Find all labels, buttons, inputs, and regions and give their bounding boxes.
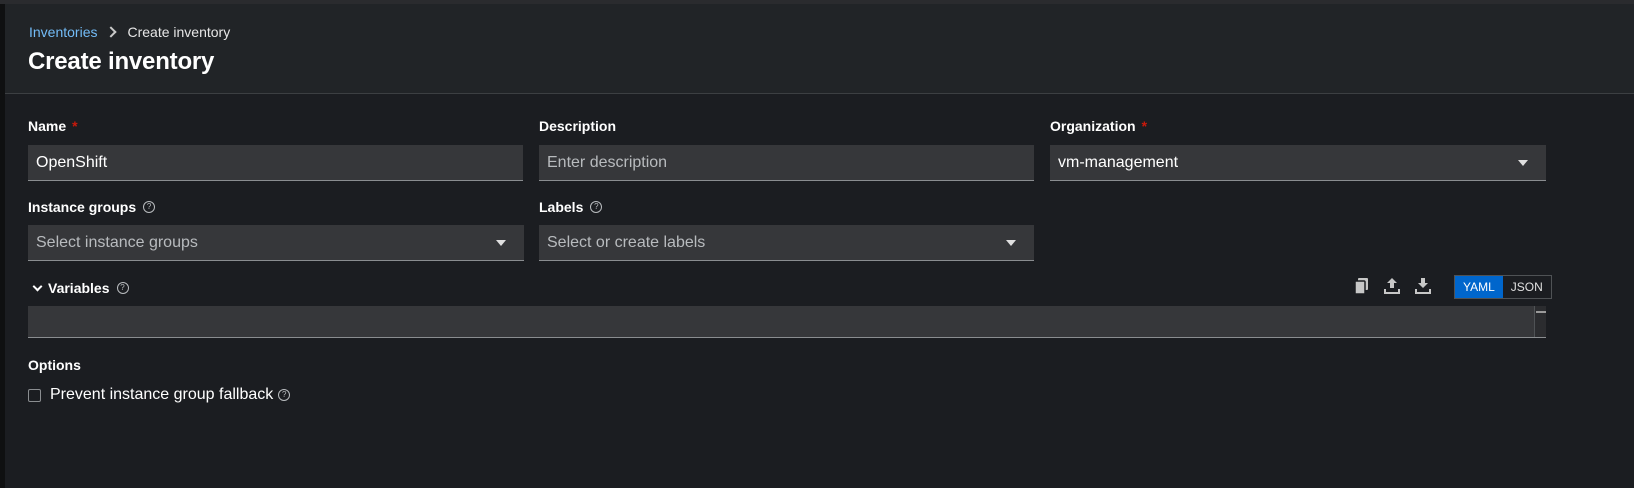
json-toggle-button[interactable]: JSON xyxy=(1502,276,1551,298)
help-icon[interactable]: ? xyxy=(116,282,129,294)
required-indicator: * xyxy=(72,118,78,134)
download-icon[interactable] xyxy=(1415,277,1431,295)
caret-down-icon[interactable] xyxy=(1006,240,1016,246)
editor-scrollbar[interactable] xyxy=(1534,306,1546,337)
copy-icon[interactable] xyxy=(1354,277,1370,295)
organization-label: Organization * xyxy=(1050,118,1147,134)
description-label-text: Description xyxy=(539,118,617,134)
labels-select[interactable]: Select or create labels xyxy=(539,225,1034,261)
prevent-fallback-checkbox[interactable] xyxy=(28,388,41,402)
chevron-down-icon xyxy=(32,281,43,291)
instance-groups-label-text: Instance groups xyxy=(28,199,137,215)
description-label: Description xyxy=(539,118,616,134)
variables-code-editor[interactable] xyxy=(28,306,1546,338)
labels-label-text: Labels xyxy=(539,199,584,215)
variables-toggle[interactable]: Variables ? xyxy=(31,280,129,296)
help-icon[interactable]: ? xyxy=(143,201,156,213)
prevent-fallback-label[interactable]: Prevent instance group fallback xyxy=(50,386,273,404)
required-indicator: * xyxy=(1141,118,1148,134)
breadcrumb-inventories-link[interactable]: Inventories xyxy=(29,24,97,40)
breadcrumb: Inventories Create inventory xyxy=(29,24,230,40)
create-inventory-form: Name * Description Organization * OpenSh… xyxy=(5,94,1634,488)
prevent-fallback-option: Prevent instance group fallback ? xyxy=(28,386,291,404)
help-icon[interactable]: ? xyxy=(590,201,603,213)
organization-select-value: vm-management xyxy=(1058,153,1179,171)
description-placeholder: Enter description xyxy=(547,153,668,171)
labels-label: Labels ? xyxy=(539,199,603,215)
chevron-right-icon xyxy=(105,26,118,38)
name-label: Name * xyxy=(28,118,78,134)
variables-label: Variables xyxy=(48,280,110,296)
name-label-text: Name xyxy=(28,118,67,134)
description-input[interactable]: Enter description xyxy=(539,145,1034,181)
name-input[interactable]: OpenShift xyxy=(28,145,523,181)
instance-groups-select[interactable]: Select instance groups xyxy=(28,225,524,261)
scrollbar-thumb[interactable] xyxy=(1536,311,1546,313)
name-input-value: OpenShift xyxy=(36,153,108,171)
breadcrumb-current: Create inventory xyxy=(127,24,231,40)
help-icon[interactable]: ? xyxy=(278,389,291,401)
page-header: Inventories Create inventory Create inve… xyxy=(5,4,1634,94)
page-title: Create inventory xyxy=(28,48,215,75)
organization-select[interactable]: vm-management xyxy=(1050,145,1546,181)
format-toggle-group: YAML JSON xyxy=(1454,275,1552,299)
instance-groups-label: Instance groups ? xyxy=(28,199,156,215)
caret-down-icon[interactable] xyxy=(1518,160,1528,166)
upload-icon[interactable] xyxy=(1384,277,1400,295)
organization-label-text: Organization xyxy=(1050,118,1136,134)
options-label: Options xyxy=(28,357,81,373)
yaml-toggle-button[interactable]: YAML xyxy=(1455,276,1503,298)
instance-groups-placeholder: Select instance groups xyxy=(36,233,198,251)
caret-down-icon[interactable] xyxy=(496,240,506,246)
labels-placeholder: Select or create labels xyxy=(547,233,706,251)
